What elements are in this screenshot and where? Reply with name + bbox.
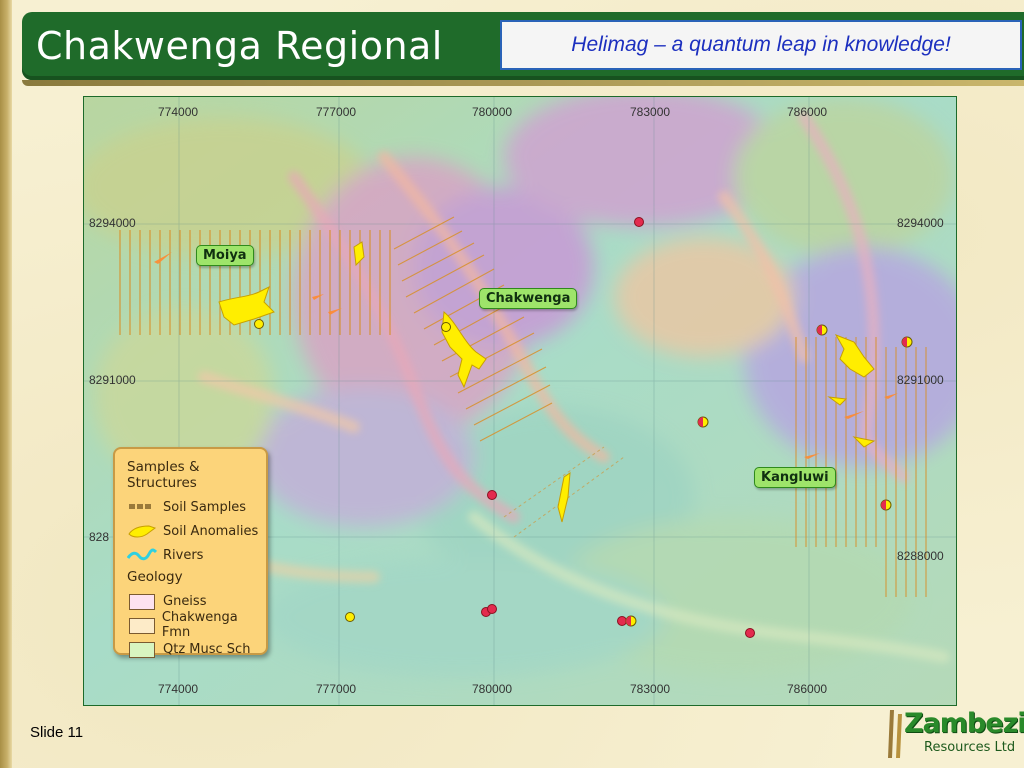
legend-row-qtz-musc-sch: Qtz Musc Sch <box>127 637 266 661</box>
sample-point-yellow <box>441 322 451 332</box>
sample-point-red <box>487 604 497 614</box>
logo-name: Zambezi <box>904 708 1024 739</box>
river-icon <box>126 546 158 564</box>
sample-point-yellow <box>345 612 355 622</box>
x-coord-top-5: 786000 <box>787 105 828 119</box>
y-coord-right-3: 8288000 <box>897 549 944 563</box>
slide-number: Slide 11 <box>30 724 84 741</box>
qtz-musc-sch-swatch <box>127 640 157 658</box>
sample-point-red <box>487 490 497 500</box>
legend-label-gneiss: Gneiss <box>163 593 207 609</box>
x-coord-bottom-1: 774000 <box>158 682 199 696</box>
tagline-box: Helimag – a quantum leap in knowledge! <box>500 20 1022 70</box>
logo-subtitle: Resources Ltd <box>924 740 1016 755</box>
x-coord-top-2: 777000 <box>316 105 357 119</box>
x-coord-bottom-5: 786000 <box>787 682 828 696</box>
sample-point-half <box>880 499 892 511</box>
sample-point-half <box>816 324 828 336</box>
legend-row-soil-samples: Soil Samples <box>127 495 266 519</box>
y-coord-left-2: 8291000 <box>89 373 136 387</box>
sample-point-yellow <box>254 319 264 329</box>
legend-label-qtz-musc-sch: Qtz Musc Sch <box>163 641 251 657</box>
x-coord-bottom-2: 777000 <box>316 682 357 696</box>
legend-row-chakwenga-fmn: Chakwenga Fmn <box>127 610 266 640</box>
legend-row-soil-anomalies: Soil Anomalies <box>127 519 266 543</box>
legend-label-soil-samples: Soil Samples <box>163 499 247 515</box>
company-logo: Zambezi Resources Ltd <box>884 706 1024 762</box>
y-coord-left-3: 828 <box>89 530 110 544</box>
soil-anomaly-icon <box>127 522 157 540</box>
sample-point-half <box>697 416 709 428</box>
left-decorative-stripe <box>0 0 12 768</box>
map-legend: Samples & Structures Soil Samples Soil A… <box>113 447 268 658</box>
x-coord-bottom-4: 783000 <box>630 682 671 696</box>
place-label-chakwenga: Chakwenga <box>479 288 578 309</box>
x-coord-top-1: 774000 <box>158 105 199 119</box>
sample-point-red <box>634 217 644 227</box>
chakwenga-fmn-swatch <box>127 616 156 634</box>
legend-label-chakwenga-fmn: Chakwenga Fmn <box>161 610 238 640</box>
soil-samples-icon <box>127 498 157 516</box>
place-label-kangluwi: Kangluwi <box>754 467 836 488</box>
gneiss-swatch <box>127 592 157 610</box>
legend-title: Samples & Structures <box>127 459 200 491</box>
y-coord-right-1: 8294000 <box>897 216 944 230</box>
y-coord-right-2: 8291000 <box>897 373 944 387</box>
place-label-moiya: Moiya <box>196 245 254 266</box>
x-coord-top-4: 783000 <box>630 105 671 119</box>
page-title: Chakwenga Regional <box>36 24 443 68</box>
sample-point-half <box>901 336 913 348</box>
legend-row-rivers: Rivers <box>126 543 266 567</box>
legend-label-soil-anomalies: Soil Anomalies <box>163 523 259 539</box>
x-coord-top-3: 780000 <box>472 105 513 119</box>
tagline-text: Helimag – a quantum leap in knowledge! <box>571 33 951 56</box>
sample-point-red <box>617 616 627 626</box>
x-coord-bottom-3: 780000 <box>472 682 513 696</box>
sample-point-red <box>745 628 755 638</box>
legend-geology-title: Geology <box>127 569 183 585</box>
sample-point-half <box>625 615 637 627</box>
y-coord-left-1: 8294000 <box>89 216 136 230</box>
legend-label-rivers: Rivers <box>163 547 204 563</box>
